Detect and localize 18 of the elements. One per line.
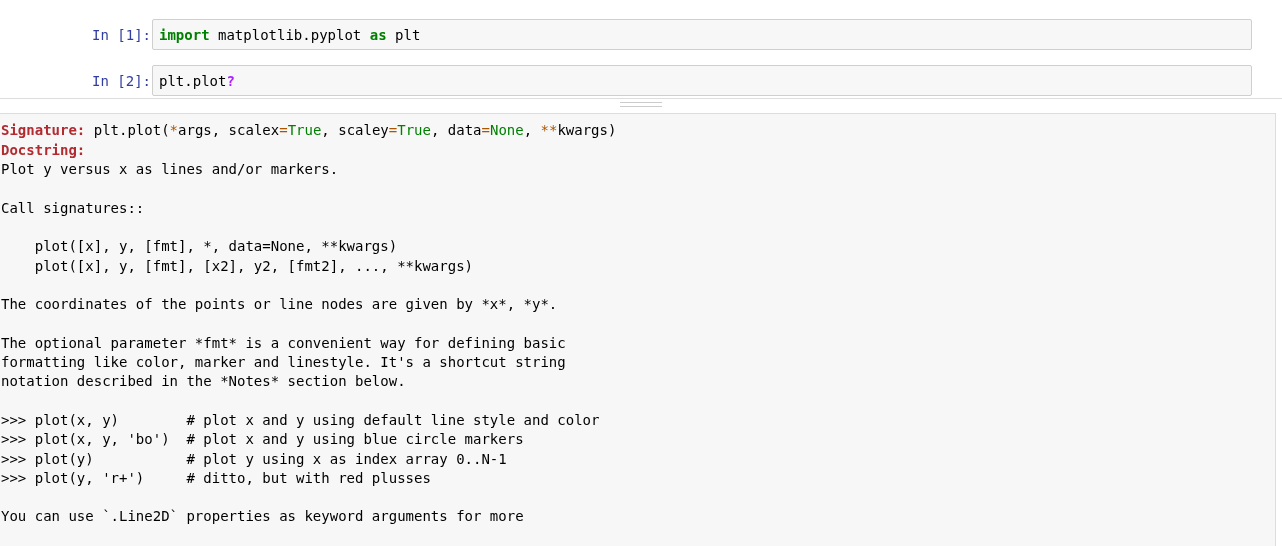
resize-handle[interactable] [620,102,662,107]
docstring-label: Docstring: [1,140,86,160]
docstring-line: The optional parameter *fmt* is a convenient way for defining basic [1,333,566,353]
docstring-line: >>> plot(x, y, 'bo') # plot x and y using blue circle markers [1,430,524,450]
docstring-line: Call signatures:: [1,198,145,218]
docstring-line: >>> plot(x, y) # plot x and y using default line style and color [1,410,600,430]
docstring-line: You can use `.Line2D` properties as keyword arguments for more [1,507,524,527]
docstring-line: plot([x], y, [fmt], *, data=None, **kwargs) [33,237,398,257]
code-cell[interactable]: plt.plot? [152,65,1252,96]
docstring-line: Plot y versus x as lines and/or markers. [1,160,339,180]
docstring-line: The coordinates of the points or line nodes are given by *x*, *y*. [1,295,558,315]
docstring-line: notation described in the *Notes* section below. [1,372,406,392]
docstring-line: formatting like color, marker and linestyle. It's a shortcut string [1,353,566,373]
docstring-line: plot([x], y, [fmt], [x2], y2, [fmt2], ..., **kwargs) [33,256,473,276]
docstring-line: >>> plot(y, 'r+') # ditto, but with red plusses [1,468,431,488]
signature-line: Signature: plt.plot(*args, scalex=True, scaley=True, data=None, **kwargs) [1,121,617,141]
docstring-line: >>> plot(y) # plot y using x as index array 0..N-1 [1,449,507,469]
code-cell[interactable]: import matplotlib.pyplot as plt [152,19,1252,50]
